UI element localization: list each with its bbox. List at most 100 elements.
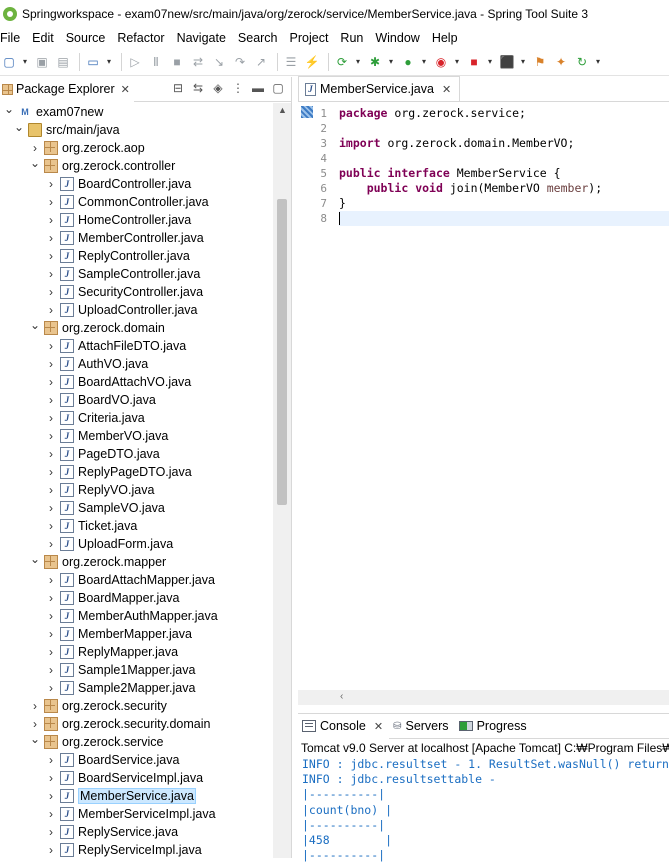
chevron-right-icon[interactable]: › [46, 519, 56, 533]
stop-server-icon[interactable]: ■ [465, 53, 483, 71]
tree-item[interactable]: › org.zerock.security.domain [0, 715, 274, 733]
tree-item[interactable]: ⌄ Mexam07new [0, 103, 274, 121]
tree-item[interactable]: › J MemberMapper.java [0, 625, 274, 643]
chevron-right-icon[interactable]: › [46, 285, 56, 299]
chevron-right-icon[interactable]: › [46, 483, 56, 497]
tree-item[interactable]: › org.zerock.security [0, 697, 274, 715]
menu-refactor[interactable]: Refactor [117, 31, 171, 45]
terminal-dropdown-icon[interactable]: ▾ [105, 53, 113, 71]
stop-server-dropdown-icon[interactable]: ▾ [486, 53, 494, 71]
close-icon[interactable]: ✕ [374, 720, 383, 733]
chevron-right-icon[interactable]: › [46, 645, 56, 659]
tree-item[interactable]: › J ReplyVO.java [0, 481, 274, 499]
tree-item[interactable]: › J BoardVO.java [0, 391, 274, 409]
editor-horizontal-scrollbar[interactable]: ‹ [298, 690, 669, 705]
chevron-right-icon[interactable]: › [46, 501, 56, 515]
menu-navigate[interactable]: Navigate [177, 31, 233, 45]
tree-item[interactable]: › J ReplyMapper.java [0, 643, 274, 661]
disconnect-icon[interactable]: ⇄ [189, 53, 207, 71]
suspend-icon[interactable]: Ⅱ [147, 53, 165, 71]
tree-item[interactable]: › org.zerock.aop [0, 139, 274, 157]
chevron-right-icon[interactable]: › [46, 771, 56, 785]
toggle-view-icon[interactable]: ☰ [282, 53, 300, 71]
tab-memberservice-java[interactable]: J MemberService.java ✕ [298, 76, 461, 101]
chevron-down-icon[interactable]: ⌄ [30, 156, 40, 170]
scroll-up-icon[interactable]: ▲ [278, 105, 287, 115]
chevron-right-icon[interactable]: › [46, 411, 56, 425]
tree-item[interactable]: › J BoardMapper.java [0, 589, 274, 607]
refresh-icon[interactable]: ↻ [573, 53, 591, 71]
tree-item[interactable]: › J SecurityController.java [0, 283, 274, 301]
step-into-icon[interactable]: ↘ [210, 53, 228, 71]
tree-item[interactable]: › J BoardAttachVO.java [0, 373, 274, 391]
deploy-dropdown-icon[interactable]: ▾ [519, 53, 527, 71]
open-task-icon[interactable]: ✦ [552, 53, 570, 71]
menu-window[interactable]: Window [375, 31, 426, 45]
tree-item[interactable]: › J Sample2Mapper.java [0, 679, 274, 697]
chevron-right-icon[interactable]: › [46, 807, 56, 821]
view-menu-icon[interactable]: ⋮ [231, 81, 245, 95]
menu-run[interactable]: Run [340, 31, 370, 45]
chevron-right-icon[interactable]: › [30, 141, 40, 155]
tree-item[interactable]: › J ReplyService.java [0, 823, 274, 841]
scrollbar-thumb[interactable] [277, 199, 287, 505]
chevron-right-icon[interactable]: › [46, 267, 56, 281]
deploy-icon[interactable]: ⬛ [498, 53, 516, 71]
chevron-right-icon[interactable]: › [46, 429, 56, 443]
chevron-right-icon[interactable]: › [46, 537, 56, 551]
chevron-right-icon[interactable]: › [46, 393, 56, 407]
spring-boot-icon[interactable]: ⟳ [333, 53, 351, 71]
tree-item[interactable]: › J BoardController.java [0, 175, 274, 193]
tree-item[interactable]: › J ReplyController.java [0, 247, 274, 265]
tree-item[interactable]: › J BoardAttachMapper.java [0, 571, 274, 589]
tree-item[interactable]: ⌄ org.zerock.mapper [0, 552, 274, 571]
new-dropdown-icon[interactable]: ▾ [21, 53, 29, 71]
tree-item[interactable]: › J HomeController.java [0, 211, 274, 229]
chevron-right-icon[interactable]: › [46, 789, 56, 803]
chevron-right-icon[interactable]: › [46, 573, 56, 587]
maximize-icon[interactable]: ▢ [271, 81, 285, 95]
menu-search[interactable]: Search [238, 31, 285, 45]
tree-scrollbar[interactable]: ▲ [273, 103, 291, 858]
chevron-right-icon[interactable]: › [46, 249, 56, 263]
tree-item[interactable]: › J BoardService.java [0, 751, 274, 769]
tree-item[interactable]: ⌄ src/main/java [0, 120, 274, 139]
chevron-right-icon[interactable]: › [46, 213, 56, 227]
tree-item[interactable]: › J CommonController.java [0, 193, 274, 211]
chevron-right-icon[interactable]: › [46, 339, 56, 353]
menu-file[interactable]: File [0, 31, 27, 45]
tree-item[interactable]: › J SampleVO.java [0, 499, 274, 517]
tree-item[interactable]: › J ReplyServiceImpl.java [0, 841, 274, 858]
link-with-editor-icon[interactable]: ⇆ [191, 81, 205, 95]
chevron-right-icon[interactable]: › [46, 447, 56, 461]
tree-item[interactable]: › J Ticket.java [0, 517, 274, 535]
save-icon[interactable]: ▣ [33, 53, 51, 71]
step-return-icon[interactable]: ↗ [252, 53, 270, 71]
tree-item[interactable]: › J PageDTO.java [0, 445, 274, 463]
chevron-right-icon[interactable]: › [30, 699, 40, 713]
tree-item[interactable]: › J ReplyPageDTO.java [0, 463, 274, 481]
tree-item[interactable]: › J BoardServiceImpl.java [0, 769, 274, 787]
tab-console[interactable]: Console ✕ [298, 713, 390, 739]
chevron-right-icon[interactable]: › [46, 753, 56, 767]
collapse-all-icon[interactable]: ⊟ [171, 81, 185, 95]
resume-icon[interactable]: ▷ [126, 53, 144, 71]
tree-item[interactable]: › J MemberServiceImpl.java [0, 805, 274, 823]
code-area[interactable]: package org.zerock.service; import org.z… [339, 102, 669, 690]
chevron-right-icon[interactable]: › [46, 177, 56, 191]
tree-item[interactable]: › J MemberAuthMapper.java [0, 607, 274, 625]
tab-package-explorer[interactable]: Package Explorer ✕ [0, 76, 134, 102]
open-type-icon[interactable]: ⚑ [531, 53, 549, 71]
tree-item[interactable]: › J SampleController.java [0, 265, 274, 283]
chevron-right-icon[interactable]: › [46, 609, 56, 623]
chevron-right-icon[interactable]: › [46, 231, 56, 245]
tab-progress[interactable]: Progress [455, 714, 533, 739]
chevron-down-icon[interactable]: ⌄ [30, 318, 40, 332]
chevron-down-icon[interactable]: ⌄ [4, 103, 14, 116]
chevron-right-icon[interactable]: › [46, 375, 56, 389]
chevron-right-icon[interactable]: › [46, 465, 56, 479]
tree-item[interactable]: › J AuthVO.java [0, 355, 274, 373]
spring-boot-dropdown-icon[interactable]: ▾ [354, 53, 362, 71]
menu-source[interactable]: Source [66, 31, 113, 45]
console-output[interactable]: INFO : jdbc.resultset - 1. ResultSet.was… [298, 757, 669, 863]
